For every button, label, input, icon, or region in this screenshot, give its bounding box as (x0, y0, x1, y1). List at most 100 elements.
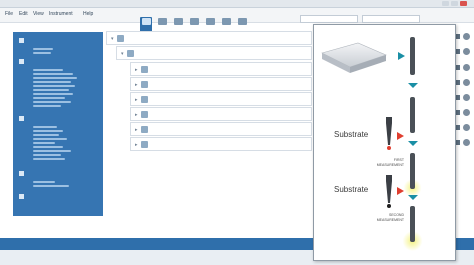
toolbar-icon (205, 18, 215, 25)
toolbar-icon (141, 18, 151, 25)
settings-icon[interactable] (463, 64, 470, 71)
sidebar-group-4[interactable] (19, 171, 27, 176)
microplate-icon (321, 42, 387, 73)
expand-icon[interactable]: ▸ (135, 82, 138, 88)
title-bar (0, 0, 474, 8)
sidebar-item[interactable] (33, 154, 61, 156)
settings-icon[interactable] (463, 33, 470, 40)
item-icon (141, 126, 148, 133)
sidebar-item[interactable] (33, 89, 69, 91)
sidebar-item[interactable] (33, 130, 63, 132)
folder-icon (19, 171, 24, 176)
menu-instrument[interactable]: Instrument (49, 11, 73, 17)
sidebar-item[interactable] (33, 158, 65, 160)
menu-view[interactable]: View (33, 11, 44, 17)
tree-row[interactable]: ▸ (130, 122, 312, 136)
arrow-down-icon (408, 83, 418, 88)
tree-row[interactable]: ▸ (130, 137, 312, 151)
folder-icon (19, 38, 24, 43)
item-icon (141, 141, 148, 148)
sidebar-item[interactable] (33, 77, 77, 79)
sidebar-item[interactable] (33, 73, 73, 75)
folder-icon (19, 194, 24, 199)
sidebar-group-2[interactable] (19, 59, 27, 64)
item-icon (127, 50, 134, 57)
pipette-icon (386, 117, 392, 150)
sidebar-item[interactable] (33, 146, 63, 148)
tree-row[interactable]: ▸ (130, 107, 312, 121)
sidebar-item[interactable] (33, 101, 71, 103)
item-icon (141, 96, 148, 103)
sidebar-item[interactable] (33, 97, 65, 99)
settings-icon[interactable] (463, 139, 470, 146)
tree-row[interactable]: ▸ (130, 62, 312, 76)
sidebar-item[interactable] (33, 81, 71, 83)
settings-icon[interactable] (463, 124, 470, 131)
measurement-illustration (321, 37, 423, 251)
menu-help[interactable]: Help (83, 11, 93, 17)
sidebar-item[interactable] (33, 142, 55, 144)
sidebar-item[interactable] (33, 105, 61, 107)
method-select[interactable] (362, 15, 420, 23)
tube-icon (410, 37, 415, 75)
sidebar-group-1[interactable] (19, 38, 27, 43)
tube-icon (410, 97, 415, 133)
expand-icon[interactable]: ▸ (135, 112, 138, 118)
item-icon (141, 81, 148, 88)
close-button[interactable] (460, 1, 467, 6)
sidebar-item[interactable] (33, 126, 57, 128)
sidebar-item[interactable] (33, 48, 53, 50)
arrow-right-icon (397, 132, 404, 140)
collapse-icon[interactable]: ▾ (111, 36, 114, 42)
measurement-illustration-panel: Substrate Substrate FIRST MEASUREMENT SE… (313, 24, 456, 261)
sidebar-group-3[interactable] (19, 116, 27, 121)
toolbar-icon (173, 18, 183, 25)
tube-icon (410, 153, 415, 189)
expand-icon[interactable]: ▸ (135, 97, 138, 103)
toolbar-icon (157, 18, 167, 25)
sidebar (13, 32, 103, 216)
substrate-label-2: Substrate (334, 185, 369, 194)
instrument-select[interactable] (300, 15, 358, 23)
item-icon (141, 111, 148, 118)
sidebar-item[interactable] (33, 52, 51, 54)
pipette-icon (386, 175, 392, 208)
settings-icon[interactable] (463, 79, 470, 86)
toolbar-icon (189, 18, 199, 25)
toolbar-icon (237, 18, 247, 25)
sidebar-item[interactable] (33, 93, 73, 95)
arrow-right-icon (398, 52, 405, 60)
sidebar-item[interactable] (33, 85, 75, 87)
tree-row[interactable]: ▸ (130, 77, 312, 91)
settings-icon[interactable] (463, 94, 470, 101)
sidebar-item[interactable] (33, 69, 63, 71)
folder-icon (19, 116, 24, 121)
tree-row[interactable]: ▸ (130, 92, 312, 106)
collapse-icon[interactable]: ▾ (121, 51, 124, 57)
sidebar-item[interactable] (33, 185, 69, 187)
settings-icon[interactable] (463, 48, 470, 55)
expand-icon[interactable]: ▸ (135, 127, 138, 133)
menu-file[interactable]: File (5, 11, 13, 17)
maximize-button[interactable] (451, 1, 458, 6)
expand-icon[interactable]: ▸ (135, 142, 138, 148)
arrow-down-icon (408, 141, 418, 146)
toolbar-icon (221, 18, 231, 25)
settings-icon[interactable] (463, 109, 470, 116)
folder-icon (117, 35, 124, 42)
sidebar-item[interactable] (33, 134, 59, 136)
substrate-label-1: Substrate (334, 130, 369, 139)
item-icon (141, 66, 148, 73)
tree-root-row[interactable]: ▾ (106, 31, 312, 45)
sidebar-item[interactable] (33, 150, 71, 152)
expand-icon[interactable]: ▸ (135, 67, 138, 73)
folder-icon (19, 59, 24, 64)
tree-row[interactable]: ▾ (116, 46, 312, 60)
arrow-right-icon (397, 187, 404, 195)
minimize-button[interactable] (442, 1, 449, 6)
sidebar-group-5[interactable] (19, 194, 27, 199)
sidebar-item[interactable] (33, 181, 55, 183)
second-measurement-label: SECOND MEASUREMENT (376, 213, 404, 222)
sidebar-item[interactable] (33, 138, 67, 140)
menu-edit[interactable]: Edit (19, 11, 28, 17)
